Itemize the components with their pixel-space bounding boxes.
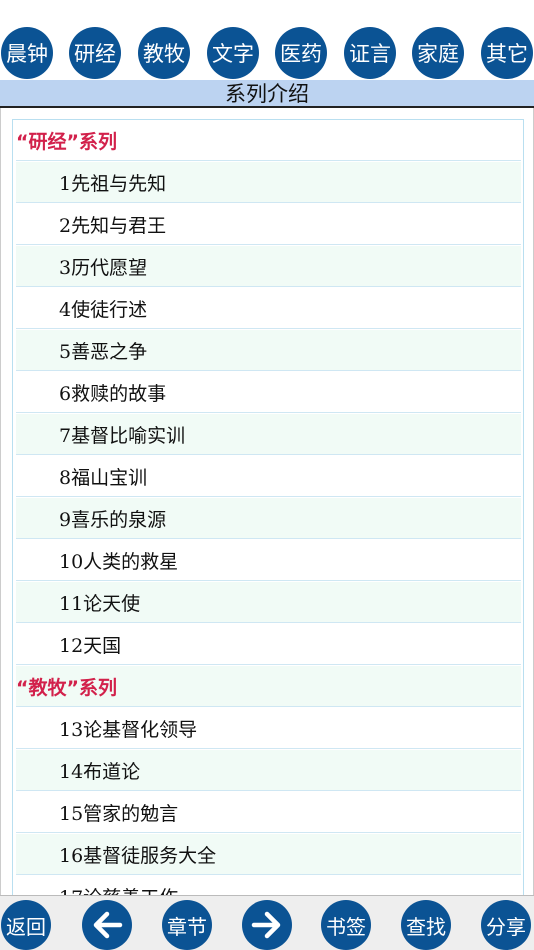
list-item-label: 11论天使 bbox=[59, 592, 141, 615]
share-button[interactable]: 分享 bbox=[481, 900, 531, 950]
section-header-bible-study[interactable]: “研经”系列 bbox=[16, 120, 521, 161]
nav-button-medicine[interactable]: 医药 bbox=[275, 27, 327, 79]
next-button[interactable] bbox=[242, 900, 292, 950]
nav-button-family[interactable]: 家庭 bbox=[412, 27, 464, 79]
list-item[interactable]: 2先知与君王 bbox=[16, 204, 521, 245]
list-item-label: 5善恶之争 bbox=[59, 340, 148, 363]
list-item[interactable]: 17论慈善工作 bbox=[16, 876, 521, 896]
bottom-toolbar: 返回 章节 书签 查找 分享 bbox=[0, 895, 534, 950]
list-item[interactable]: 8福山宝训 bbox=[16, 456, 521, 497]
arrow-left-icon bbox=[93, 911, 123, 939]
top-navigation-bar: 晨钟 研经 教牧 文字 医药 证言 家庭 其它 bbox=[0, 0, 534, 80]
section-header-label: “研经”系列 bbox=[16, 130, 117, 153]
list-item[interactable]: 16基督徒服务大全 bbox=[16, 834, 521, 875]
list-item-label: 1先祖与先知 bbox=[59, 172, 167, 195]
list-item[interactable]: 11论天使 bbox=[16, 582, 521, 623]
list-item-label: 14布道论 bbox=[59, 760, 141, 783]
list-item-label: 3历代愿望 bbox=[59, 256, 148, 279]
nav-button-testimonies[interactable]: 证言 bbox=[344, 27, 396, 79]
list-item[interactable]: 4使徒行述 bbox=[16, 288, 521, 329]
list-item[interactable]: 1先祖与先知 bbox=[16, 162, 521, 203]
list-item-label: 17论慈善工作 bbox=[59, 883, 178, 896]
list-item[interactable]: 7基督比喻实训 bbox=[16, 414, 521, 455]
page-title: 系列介绍 bbox=[0, 80, 534, 108]
nav-button-bible-study[interactable]: 研经 bbox=[69, 27, 121, 79]
list-item-label: 9喜乐的泉源 bbox=[59, 508, 167, 531]
list-item-label: 10人类的救星 bbox=[59, 550, 179, 573]
list-item[interactable]: 6救赎的故事 bbox=[16, 372, 521, 413]
bookmark-button[interactable]: 书签 bbox=[321, 900, 371, 950]
search-button[interactable]: 查找 bbox=[401, 900, 451, 950]
list-item-label: 13论基督化领导 bbox=[59, 718, 198, 741]
section-header-pastoral[interactable]: “教牧”系列 bbox=[16, 666, 521, 707]
nav-button-morning[interactable]: 晨钟 bbox=[1, 27, 53, 79]
list-item-label: 8福山宝训 bbox=[59, 466, 148, 489]
section-header-label: “教牧”系列 bbox=[16, 676, 117, 699]
list-item-label: 2先知与君王 bbox=[59, 214, 167, 237]
arrow-right-icon bbox=[251, 911, 281, 939]
list-item[interactable]: 5善恶之争 bbox=[16, 330, 521, 371]
back-button[interactable]: 返回 bbox=[1, 900, 51, 950]
list-item-label: 15管家的勉言 bbox=[59, 802, 179, 825]
nav-button-pastoral[interactable]: 教牧 bbox=[138, 27, 190, 79]
list-item[interactable]: 10人类的救星 bbox=[16, 540, 521, 581]
nav-button-other[interactable]: 其它 bbox=[481, 27, 533, 79]
series-list-scroll-area[interactable]: “研经”系列 1先祖与先知 2先知与君王 3历代愿望 4使徒行述 5善恶之争 6… bbox=[0, 108, 534, 895]
list-item[interactable]: 15管家的勉言 bbox=[16, 792, 521, 833]
previous-button[interactable] bbox=[82, 900, 132, 950]
chapters-button[interactable]: 章节 bbox=[162, 900, 212, 950]
list-item-label: 6救赎的故事 bbox=[59, 382, 167, 405]
list-item-label: 4使徒行述 bbox=[59, 298, 148, 321]
list-item[interactable]: 12天国 bbox=[16, 624, 521, 665]
list-item[interactable]: 14布道论 bbox=[16, 750, 521, 791]
list-item-label: 16基督徒服务大全 bbox=[59, 844, 217, 867]
list-item[interactable]: 13论基督化领导 bbox=[16, 708, 521, 749]
list-item[interactable]: 9喜乐的泉源 bbox=[16, 498, 521, 539]
list-item-label: 12天国 bbox=[59, 634, 122, 657]
series-list-panel: “研经”系列 1先祖与先知 2先知与君王 3历代愿望 4使徒行述 5善恶之争 6… bbox=[12, 119, 524, 895]
list-item-label: 7基督比喻实训 bbox=[59, 424, 186, 447]
list-item[interactable]: 3历代愿望 bbox=[16, 246, 521, 287]
nav-button-literature[interactable]: 文字 bbox=[207, 27, 259, 79]
